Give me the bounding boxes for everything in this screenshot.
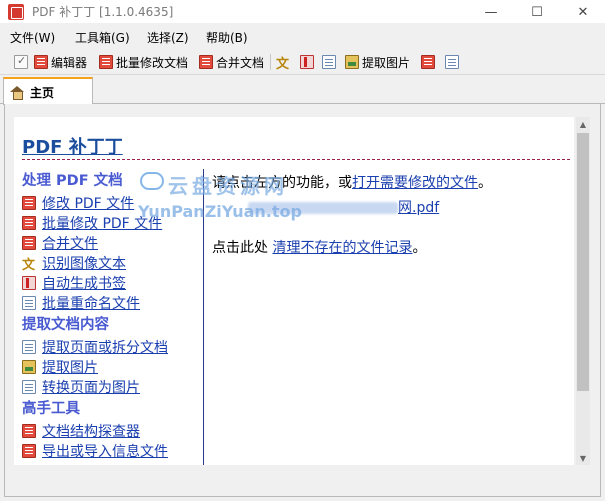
link-label: 自动生成书签: [42, 276, 126, 292]
image-icon: [345, 55, 359, 69]
open-file-link[interactable]: 打开需要修改的文件: [352, 175, 478, 191]
open-prompt: 请点击左方的功能，或打开需要修改的文件。: [212, 172, 492, 192]
clear-prefix: 点击此处: [212, 240, 273, 256]
pdf-icon: [22, 196, 36, 210]
clear-suffix: 。: [412, 240, 427, 256]
merge-icon: [22, 236, 36, 250]
merge-label: 合并文档: [216, 55, 265, 70]
link-structure-inspector[interactable]: 文档结构探查器: [22, 421, 202, 441]
link-render-pages[interactable]: 转换页面为图片: [22, 377, 202, 397]
link-batch-modify-pdf[interactable]: 批量修改 PDF 文件: [22, 213, 202, 233]
ocr-icon: [22, 254, 36, 273]
link-label: 导出或导入信息文件: [42, 444, 168, 460]
link-label: 提取图片: [42, 360, 98, 376]
menu-bar: 文件(W) 工具箱(G) 选择(Z) 帮助(B): [0, 27, 605, 47]
clear-records-link[interactable]: 清理不存在的文件记录: [272, 240, 412, 256]
link-batch-rename[interactable]: 批量重命名文件: [22, 293, 202, 313]
editor-label: 编辑器: [51, 55, 88, 70]
editor-button[interactable]: 编辑器: [34, 53, 87, 71]
scroll-thumb[interactable]: [577, 133, 589, 391]
prompt-suffix: 。: [478, 175, 492, 191]
title-divider: [22, 159, 570, 160]
link-auto-bookmark[interactable]: 自动生成书签: [22, 273, 202, 293]
bookmark-icon: [300, 55, 314, 69]
export-icon: [421, 55, 435, 69]
inspector-button[interactable]: [445, 53, 459, 71]
app-icon: [8, 4, 24, 20]
scroll-up-icon[interactable]: ▲: [576, 117, 590, 131]
merge-icon: [199, 55, 213, 69]
bookmark-button[interactable]: [300, 53, 314, 71]
merge-button[interactable]: 合并文档: [199, 53, 264, 71]
minimize-button[interactable]: —: [468, 0, 514, 24]
link-extract-pages[interactable]: 提取页面或拆分文档: [22, 337, 202, 357]
menu-toolbox[interactable]: 工具箱(G): [75, 29, 130, 46]
section-extract: 提取文档内容: [22, 317, 109, 333]
image-icon: [22, 360, 36, 374]
extract-pages-icon: [22, 340, 36, 354]
menu-help[interactable]: 帮助(B): [206, 29, 248, 46]
link-ocr[interactable]: 识别图像文本: [22, 253, 202, 273]
inspector-icon: [22, 424, 36, 438]
close-button[interactable]: ✕: [560, 0, 605, 24]
batch-modify-button[interactable]: 批量修改文档: [99, 53, 188, 71]
function-list: 处理 PDF 文档 修改 PDF 文件 批量修改 PDF 文件 合并文件 识别图…: [22, 169, 202, 461]
recent-file-link[interactable]: 网.pdf: [248, 197, 439, 217]
toolbar: 编辑器 批量修改文档 合并文档 提取图片: [0, 49, 605, 75]
home-icon: [10, 85, 24, 100]
extract-images-button[interactable]: 提取图片: [345, 53, 410, 71]
menu-file[interactable]: 文件(W): [10, 29, 55, 46]
toolbar-check-button[interactable]: [14, 53, 28, 71]
menu-select[interactable]: 选择(Z): [147, 29, 189, 46]
title-bar: PDF 补丁丁 [1.1.0.4635] — ☐ ✕: [0, 0, 605, 24]
rename-icon: [322, 55, 336, 69]
prompt-prefix: 请点击左方的功能，或: [212, 175, 352, 191]
extract-images-label: 提取图片: [362, 55, 411, 70]
scroll-down-icon[interactable]: ▼: [576, 451, 590, 465]
rename-icon: [22, 296, 36, 310]
ocr-icon: [276, 53, 290, 72]
blurred-filename: [248, 202, 398, 214]
vertical-scrollbar[interactable]: ▲ ▼: [576, 117, 590, 465]
rename-button[interactable]: [322, 53, 336, 71]
link-extract-images[interactable]: 提取图片: [22, 357, 202, 377]
link-merge-files[interactable]: 合并文件: [22, 233, 202, 253]
render-icon: [22, 380, 36, 394]
bookmark-icon: [22, 276, 36, 290]
tab-home-label: 主页: [30, 85, 55, 100]
link-label: 批量重命名文件: [42, 296, 140, 312]
tab-strip: 主页: [0, 76, 605, 105]
inspector-icon: [445, 55, 459, 69]
page-title: PDF 补丁丁: [22, 137, 123, 158]
link-label: 识别图像文本: [42, 256, 126, 272]
column-divider: [203, 169, 204, 465]
section-process-pdf: 处理 PDF 文档: [22, 173, 123, 189]
link-label: 文档结构探查器: [42, 424, 140, 440]
ocr-button[interactable]: [276, 53, 290, 72]
checkbox-icon: [14, 54, 28, 69]
link-modify-pdf[interactable]: 修改 PDF 文件: [22, 193, 202, 213]
export-icon: [22, 444, 36, 458]
link-label: 批量修改 PDF 文件: [42, 216, 163, 232]
batch-pdf-icon: [99, 55, 113, 69]
clear-records-line: 点击此处 清理不存在的文件记录。: [212, 237, 426, 257]
window-title: PDF 补丁丁 [1.1.0.4635]: [32, 5, 174, 19]
recent-file-suffix: 网.pdf: [398, 200, 440, 216]
export-info-button[interactable]: [421, 53, 435, 71]
link-label: 提取页面或拆分文档: [42, 340, 168, 356]
tab-home[interactable]: 主页: [3, 77, 93, 105]
pdf-edit-icon: [34, 55, 48, 69]
batch-modify-label: 批量修改文档: [116, 55, 189, 70]
home-page: PDF 补丁丁 处理 PDF 文档 修改 PDF 文件 批量修改 PDF 文件 …: [14, 117, 574, 465]
link-export-import-info[interactable]: 导出或导入信息文件: [22, 441, 202, 461]
batch-pdf-icon: [22, 216, 36, 230]
maximize-button[interactable]: ☐: [514, 0, 560, 24]
link-label: 修改 PDF 文件: [42, 196, 135, 212]
link-label: 转换页面为图片: [42, 380, 140, 396]
section-expert: 高手工具: [22, 401, 80, 417]
link-label: 合并文件: [42, 236, 98, 252]
toolbar-separator: [270, 54, 271, 70]
